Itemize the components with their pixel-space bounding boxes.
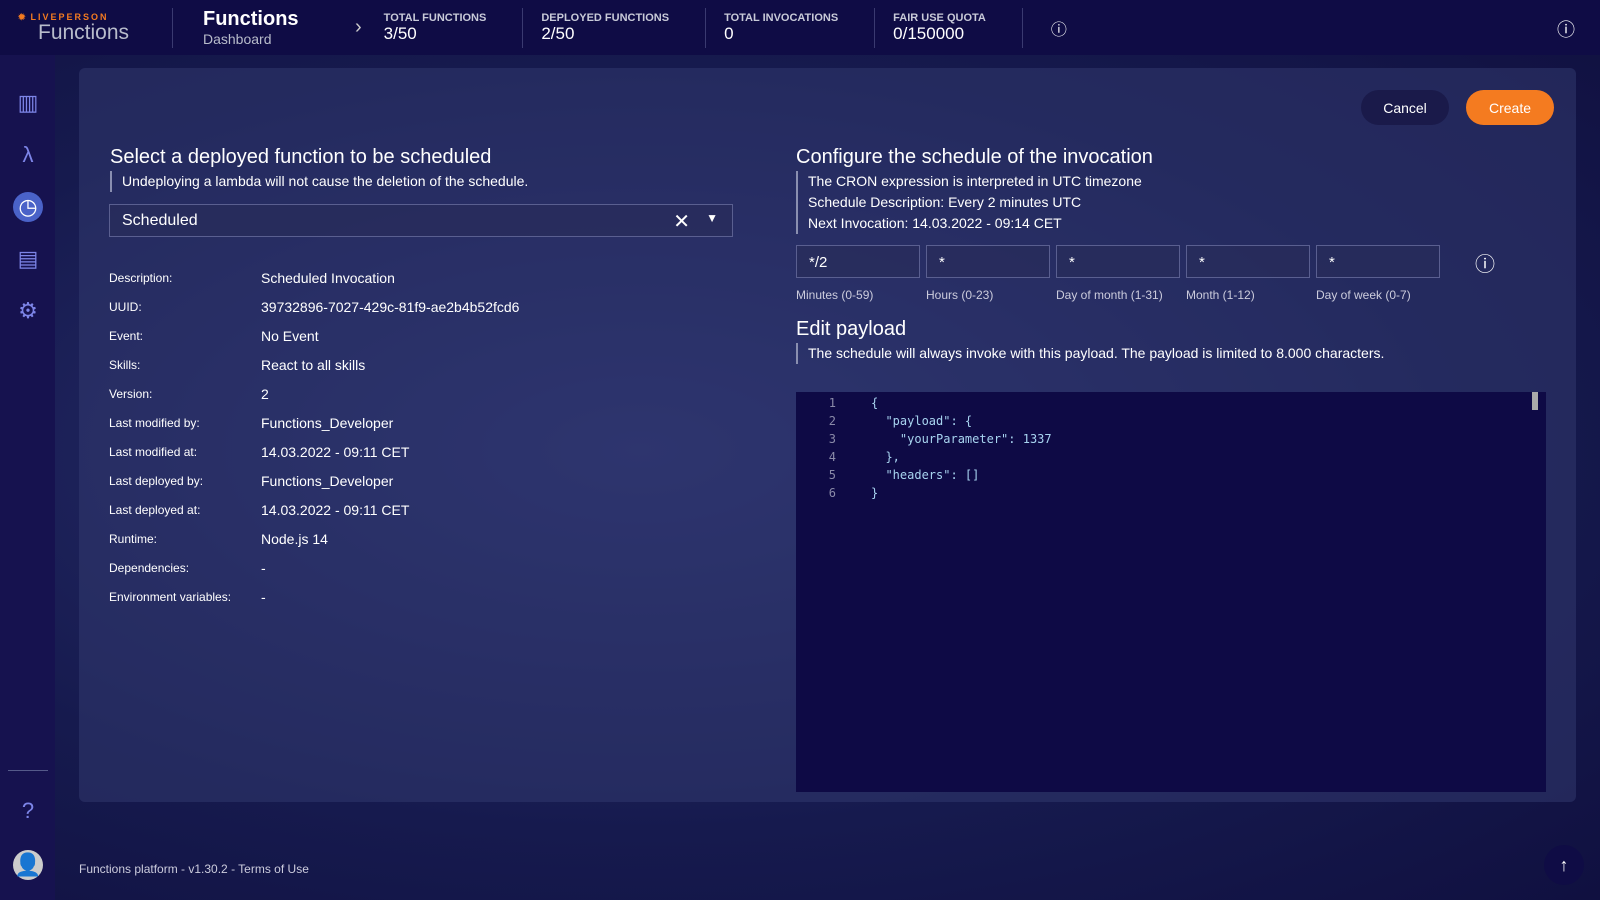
detail-row: Last deployed by: Functions_Developer <box>109 472 394 489</box>
detail-row: Dependencies: - <box>109 559 266 576</box>
line-number: 2 <box>828 414 836 428</box>
function-heading: Select a deployed function to be schedul… <box>110 146 492 168</box>
cron-input[interactable]: * <box>1186 245 1310 278</box>
logo[interactable]: LIVEPERSONFunctions <box>0 0 172 55</box>
cron-label: Day of week (0-7) <box>1316 288 1411 302</box>
schedule-clock-icon[interactable]: ◷ <box>13 192 43 222</box>
cron-input[interactable]: * <box>1056 245 1180 278</box>
analytics-icon[interactable]: ▥ <box>13 88 43 118</box>
line-number: 4 <box>828 450 836 464</box>
logs-document-icon[interactable]: ▤ <box>13 244 43 274</box>
divider <box>8 770 48 771</box>
line-number: 1 <box>828 396 836 410</box>
detail-row: Skills: React to all skills <box>109 356 366 373</box>
help-icon[interactable]: ? <box>13 796 43 826</box>
payload-editor[interactable]: 1 {2 "payload": { 3 "yourParameter": 1337 4… <box>796 392 1546 792</box>
schedule-notes: The CRON expression is interpreted in UT… <box>796 171 1142 234</box>
schedule-heading: Configure the schedule of the invocation <box>796 146 1153 168</box>
cron-label: Month (1-12) <box>1186 288 1255 302</box>
divider <box>1021 7 1023 48</box>
cron-label: Day of month (1-31) <box>1056 288 1163 302</box>
code-line: { <box>871 396 879 410</box>
divider <box>874 7 876 48</box>
cron-info-icon[interactable]: ⓘ <box>1475 248 1495 277</box>
code-line: "yourParameter": 1337 <box>871 432 1052 446</box>
page-title: Functions Dashboard <box>203 8 299 47</box>
detail-row: UUID: 39732896-7027-429c-81f9-ae2b4b52fcd… <box>109 298 520 315</box>
avatar[interactable]: 👤 <box>13 850 43 880</box>
payload-note: The schedule will always invoke with thi… <box>796 343 1384 364</box>
chevron-down-icon[interactable]: ▼ <box>706 211 718 225</box>
stat-item: DEPLOYED FUNCTIONS 2/50 <box>541 11 670 43</box>
schedule-form: Cancel Create Select a deployed function… <box>79 68 1576 802</box>
scroll-top-button[interactable]: ↑ <box>1544 845 1584 885</box>
chevron-right-icon[interactable]: › <box>355 16 362 39</box>
info-icon[interactable]: ⓘ <box>1051 16 1067 40</box>
code-line: "headers": [] <box>871 468 980 482</box>
stat-item: TOTAL FUNCTIONS 3/50 <box>383 11 487 43</box>
line-number: 5 <box>828 468 836 482</box>
function-select[interactable]: Scheduled ✕ ▼ <box>109 204 733 237</box>
cron-label: Hours (0-23) <box>926 288 994 302</box>
sidebar: ▥ λ ◷ ▤ ⚙ ? 👤 <box>0 55 55 900</box>
detail-row: Last modified by: Functions_Developer <box>109 414 394 431</box>
function-note: Undeploying a lambda will not cause the … <box>110 171 528 192</box>
divider <box>522 7 524 48</box>
line-number: 6 <box>828 486 836 500</box>
code-line: }, <box>871 450 900 464</box>
detail-row: Event: No Event <box>109 327 319 344</box>
function-details: Description: Scheduled Invocation UUID: 397… <box>109 263 519 611</box>
cron-input[interactable]: * <box>926 245 1050 278</box>
cron-label: Minutes (0-59) <box>796 288 874 302</box>
detail-row: Description: Scheduled Invocation <box>109 269 395 286</box>
line-number: 3 <box>828 432 836 446</box>
footer[interactable]: Functions platform - v1.30.2 - Terms of … <box>79 862 309 876</box>
cancel-button[interactable]: Cancel <box>1361 90 1449 125</box>
top-bar: LIVEPERSONFunctions FunctionsDashboard ›… <box>0 0 1600 55</box>
create-button[interactable]: Create <box>1466 90 1554 125</box>
lambda-icon[interactable]: λ <box>13 140 43 170</box>
detail-row: Version: 2 <box>109 385 269 402</box>
cron-input[interactable]: */2 <box>796 245 920 278</box>
help-icon[interactable]: ⓘ <box>1557 16 1575 42</box>
divider <box>705 7 707 48</box>
stats: TOTAL FUNCTIONS 3/50 DEPLOYED FUNCTIONS 2/5… <box>383 7 1041 48</box>
detail-row: Last modified at: 14.03.2022 - 09:11 CET <box>109 443 410 460</box>
clear-icon[interactable]: ✕ <box>673 209 690 234</box>
detail-row: Environment variables: - <box>109 588 266 605</box>
stat-item: FAIR USE QUOTA 0/150000 <box>893 11 986 43</box>
cron-input[interactable]: * <box>1316 245 1440 278</box>
code-line: "payload": { <box>871 414 973 428</box>
scrollbar[interactable] <box>1532 392 1538 410</box>
settings-gear-icon[interactable]: ⚙ <box>13 296 43 326</box>
detail-row: Last deployed at: 14.03.2022 - 09:11 CET <box>109 501 410 518</box>
payload-heading: Edit payload <box>796 318 907 340</box>
detail-row: Runtime: Node.js 14 <box>109 530 328 547</box>
stat-item: TOTAL INVOCATIONS 0 <box>724 11 839 43</box>
code-line: } <box>871 486 879 500</box>
